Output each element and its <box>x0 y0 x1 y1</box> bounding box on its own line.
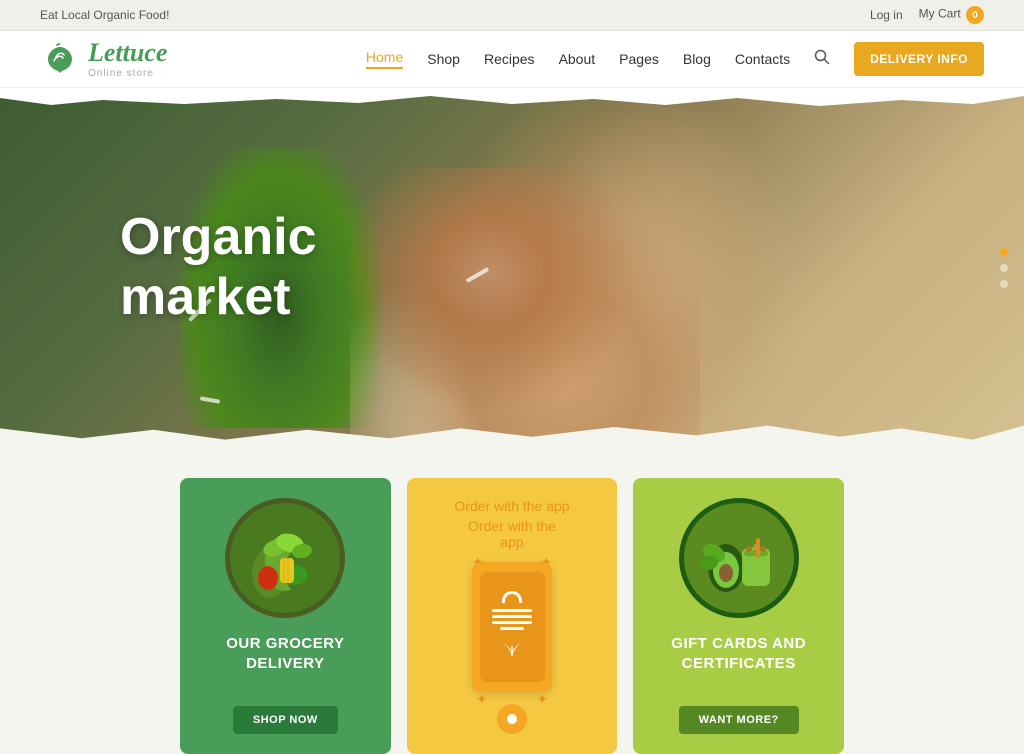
app-card: Order with the app Order with theapp ✦ ✦… <box>407 478 618 754</box>
app-card-subtitle-rendered: Order with theapp <box>468 518 556 550</box>
promo-text: Eat Local Organic Food! <box>40 8 169 22</box>
nav-blog[interactable]: Blog <box>683 51 711 67</box>
hero-person-overlay <box>350 168 700 448</box>
hero-dots[interactable] <box>1000 248 1008 288</box>
main-nav: Home Shop Recipes About Pages Blog Conta… <box>366 42 984 76</box>
basket-line-3 <box>492 621 532 624</box>
logo-text-wrap: Lettuce Online store <box>88 39 167 79</box>
hero-dot-2[interactable] <box>1000 264 1008 272</box>
basket-handle <box>502 591 522 603</box>
hero-title: Organic market <box>120 208 317 328</box>
sparkle-br: ✦ <box>536 691 548 708</box>
hero-text-block: Organic market <box>120 208 317 328</box>
hero-dot-3[interactable] <box>1000 280 1008 288</box>
gift-card: GIFT CARDS ANDCERTIFICATES WANT MORE? <box>633 478 844 754</box>
phone-inner <box>480 572 545 682</box>
plant-icon <box>497 638 527 658</box>
nav-shop[interactable]: Shop <box>427 51 460 67</box>
grocery-card-image <box>225 498 345 618</box>
header: Lettuce Online store Home Shop Recipes A… <box>0 31 1024 88</box>
gift-want-more-btn[interactable]: WANT MORE? <box>679 706 799 734</box>
logo-subtitle: Online store <box>88 68 167 79</box>
basket-line-4 <box>500 627 524 630</box>
delivery-btn[interactable]: DELIVERY INFO <box>854 42 984 76</box>
cart-badge: 0 <box>966 6 984 24</box>
logo-icon <box>40 39 80 79</box>
hero-title-line2: market <box>120 268 317 328</box>
gift-card-image <box>679 498 799 618</box>
basket-lines <box>492 609 532 630</box>
phone-wrapper: ✦ ✦ ✦ ✦ <box>472 562 552 704</box>
top-bar-right: Log in My Cart 0 <box>870 6 984 24</box>
logo[interactable]: Lettuce Online store <box>40 39 167 79</box>
app-dot-indicator[interactable] <box>497 704 527 734</box>
nav-home[interactable]: Home <box>366 49 403 69</box>
nav-contacts[interactable]: Contacts <box>735 51 790 67</box>
basket-line-1 <box>492 609 532 612</box>
basket-line-2 <box>492 615 532 618</box>
basket-plant <box>497 638 527 663</box>
login-link[interactable]: Log in <box>870 8 903 22</box>
app-card-subtitle: Order with the app <box>454 498 569 514</box>
sparkle-bl: ✦ <box>476 691 488 708</box>
hero-title-line1: Organic <box>120 208 317 268</box>
nav-about[interactable]: About <box>559 51 596 67</box>
gift-card-title: GIFT CARDS ANDCERTIFICATES <box>671 634 806 673</box>
top-bar: Eat Local Organic Food! Log in My Cart 0 <box>0 0 1024 31</box>
app-dot-inner <box>507 714 517 724</box>
phone-illustration <box>472 562 552 692</box>
grocery-card-title: OUR GROCERYDELIVERY <box>226 634 344 673</box>
hero: Organic market <box>0 88 1024 448</box>
cards-section: OUR GROCERYDELIVERY SHOP NOW Order with … <box>0 448 1024 754</box>
search-icon[interactable] <box>814 49 830 70</box>
cart-link[interactable]: My Cart 0 <box>919 6 984 24</box>
hero-dot-1[interactable] <box>1000 248 1008 256</box>
gift-image-svg <box>684 503 794 613</box>
logo-name: Lettuce <box>88 39 167 68</box>
nav-pages[interactable]: Pages <box>619 51 659 67</box>
cart-label: My Cart <box>919 7 961 21</box>
grocery-shop-btn[interactable]: SHOP NOW <box>233 706 338 734</box>
nav-recipes[interactable]: Recipes <box>484 51 535 67</box>
grocery-card: OUR GROCERYDELIVERY SHOP NOW <box>180 478 391 754</box>
grocery-image-svg <box>230 503 340 613</box>
